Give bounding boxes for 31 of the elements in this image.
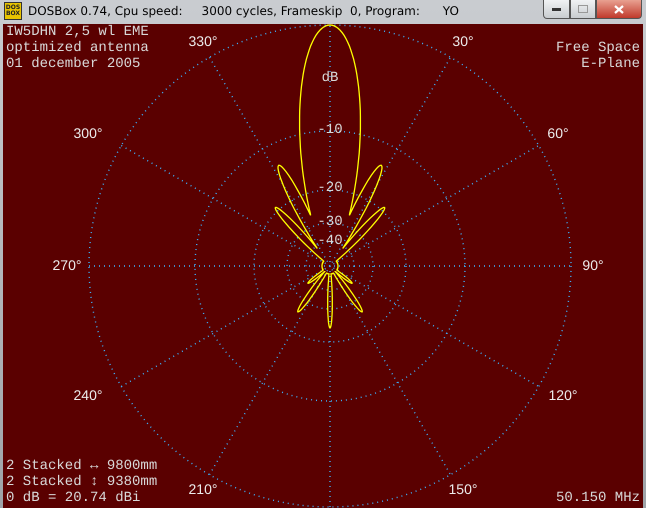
angle-label: 90°: [582, 257, 604, 273]
angle-label: 300°: [74, 125, 102, 141]
angle-label: 240°: [74, 387, 102, 403]
antenna-info-text: 01 december 2005: [6, 56, 140, 72]
window-title: DOSBox 0.74, Cpu speed: 3000 cycles, Frameskip 0, Program: YO: [28, 4, 460, 18]
antenna-info-text: IW5DHN 2,5 wl EME: [6, 24, 149, 40]
angle-label: 330°: [188, 33, 218, 49]
minimize-icon: [552, 8, 561, 10]
angle-label: 210°: [188, 481, 218, 497]
db-label: -30: [317, 214, 343, 230]
db-label: -10: [317, 122, 343, 138]
plot-mode-text: Free Space: [556, 40, 640, 56]
angle-label: 60°: [547, 125, 569, 141]
angle-label: 120°: [548, 387, 578, 403]
maximize-button[interactable]: [570, 0, 596, 19]
close-button[interactable]: [596, 0, 642, 19]
db-label: dB: [322, 70, 338, 86]
close-icon: [614, 4, 624, 14]
angle-label: 270°: [52, 257, 82, 273]
angle-label: 30°: [452, 33, 474, 49]
db-label: -20: [317, 180, 343, 196]
maximize-icon: [578, 5, 588, 13]
stack-info-text: 0 dB = 20.74 dBi: [6, 490, 140, 506]
stack-info-text: 2 Stacked ↔ 9800mm: [6, 458, 158, 474]
plot-mode-text: E-Plane: [581, 56, 640, 72]
frequency-text: 50.150 MHz: [556, 490, 640, 506]
minimize-button[interactable]: [543, 0, 570, 19]
angle-label: 150°: [448, 481, 478, 497]
stack-info-text: 2 Stacked ↕ 9380mm: [6, 474, 158, 490]
antenna-info-text: optimized antenna: [6, 40, 149, 56]
db-label: -40: [317, 233, 343, 249]
